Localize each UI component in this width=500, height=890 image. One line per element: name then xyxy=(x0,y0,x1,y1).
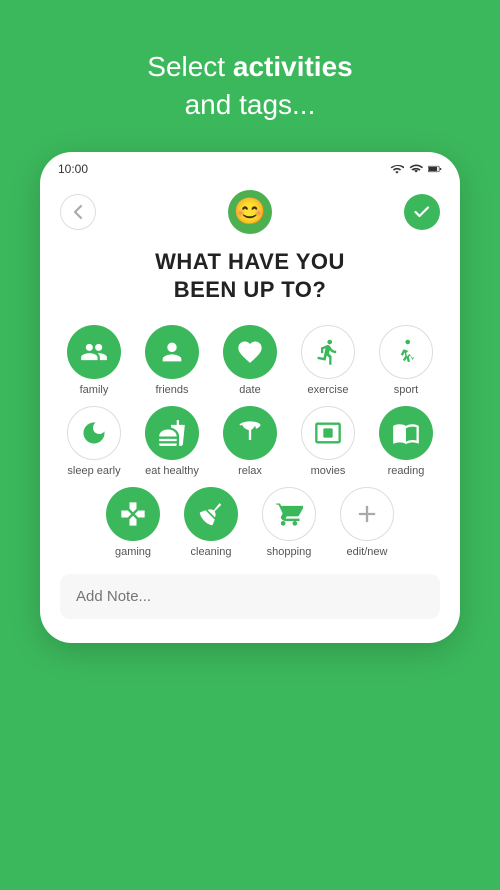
reading-icon xyxy=(392,419,420,447)
phone-content: 😊 WHAT HAVE YOUBEEN UP TO? family xyxy=(40,180,460,643)
activity-circle-date xyxy=(223,325,277,379)
activity-item-date[interactable]: date xyxy=(217,325,283,396)
activity-circle-family xyxy=(67,325,121,379)
activity-row-1: family friends date xyxy=(60,325,440,396)
sport-icon xyxy=(392,338,420,366)
activity-circle-sleep xyxy=(67,406,121,460)
activity-circle-reading xyxy=(379,406,433,460)
exercise-icon xyxy=(314,338,342,366)
activity-item-sleep-early[interactable]: sleep early xyxy=(61,406,127,477)
activity-label-movies: movies xyxy=(311,465,346,477)
activity-item-shopping[interactable]: shopping xyxy=(256,487,322,558)
activity-label-sport: sport xyxy=(394,384,418,396)
gaming-icon xyxy=(119,500,147,528)
activity-circle-exercise xyxy=(301,325,355,379)
activity-row-3: gaming cleaning shopping xyxy=(60,487,440,558)
activity-item-sport[interactable]: sport xyxy=(373,325,439,396)
cleaning-icon xyxy=(197,500,225,528)
phone-frame: 10:00 😊 xyxy=(40,152,460,643)
activity-item-friends[interactable]: friends xyxy=(139,325,205,396)
activity-label-shopping: shopping xyxy=(267,546,312,558)
activity-item-edit-new[interactable]: edit/new xyxy=(334,487,400,558)
activity-circle-movies xyxy=(301,406,355,460)
activity-row-2: sleep early eat healthy relax xyxy=(60,406,440,477)
activity-circle-gaming xyxy=(106,487,160,541)
activity-item-gaming[interactable]: gaming xyxy=(100,487,166,558)
activity-label-relax: relax xyxy=(238,465,262,477)
activity-label-edit-new: edit/new xyxy=(347,546,388,558)
activity-circle-relax xyxy=(223,406,277,460)
relax-icon xyxy=(236,419,264,447)
activity-label-exercise: exercise xyxy=(308,384,349,396)
activity-item-family[interactable]: family xyxy=(61,325,127,396)
activity-label-friends: friends xyxy=(155,384,188,396)
activity-circle-shopping xyxy=(262,487,316,541)
activity-circle-sport xyxy=(379,325,433,379)
status-time: 10:00 xyxy=(58,162,88,176)
activity-circle-cleaning xyxy=(184,487,238,541)
activity-label-sleep: sleep early xyxy=(67,465,120,477)
activity-item-cleaning[interactable]: cleaning xyxy=(178,487,244,558)
confirm-button[interactable] xyxy=(404,194,440,230)
activity-label-cleaning: cleaning xyxy=(191,546,232,558)
activity-item-movies[interactable]: movies xyxy=(295,406,361,477)
checkmark-icon xyxy=(414,206,430,218)
wifi-icon xyxy=(390,162,404,176)
note-input[interactable] xyxy=(60,574,440,619)
signal-icon xyxy=(409,162,423,176)
question-title: WHAT HAVE YOUBEEN UP TO? xyxy=(155,248,345,305)
mood-emoji: 😊 xyxy=(228,190,272,234)
activity-label-reading: reading xyxy=(388,465,425,477)
activity-circle-eat-healthy xyxy=(145,406,199,460)
status-icons xyxy=(390,162,442,176)
activity-label-family: family xyxy=(80,384,109,396)
top-navigation-bar: 😊 xyxy=(60,190,440,234)
activity-circle-friends xyxy=(145,325,199,379)
edit-new-icon xyxy=(353,500,381,528)
header-section: Select activitiesand tags... xyxy=(147,0,352,152)
shopping-icon xyxy=(275,500,303,528)
status-bar: 10:00 xyxy=(40,152,460,180)
activity-item-reading[interactable]: reading xyxy=(373,406,439,477)
activity-label-date: date xyxy=(239,384,260,396)
activity-label-gaming: gaming xyxy=(115,546,151,558)
header-title: Select activitiesand tags... xyxy=(147,48,352,124)
family-icon xyxy=(80,338,108,366)
activity-label-eat-healthy: eat healthy xyxy=(145,465,199,477)
battery-icon xyxy=(428,162,442,176)
back-chevron-icon xyxy=(73,204,83,220)
date-icon xyxy=(236,338,264,366)
friends-icon xyxy=(158,338,186,366)
eat-healthy-icon xyxy=(158,419,186,447)
activity-item-exercise[interactable]: exercise xyxy=(295,325,361,396)
sleep-icon xyxy=(80,419,108,447)
activities-grid: family friends date xyxy=(60,325,440,558)
activity-item-eat-healthy[interactable]: eat healthy xyxy=(139,406,205,477)
back-button[interactable] xyxy=(60,194,96,230)
movies-icon xyxy=(314,419,342,447)
activity-circle-edit-new xyxy=(340,487,394,541)
activity-item-relax[interactable]: relax xyxy=(217,406,283,477)
